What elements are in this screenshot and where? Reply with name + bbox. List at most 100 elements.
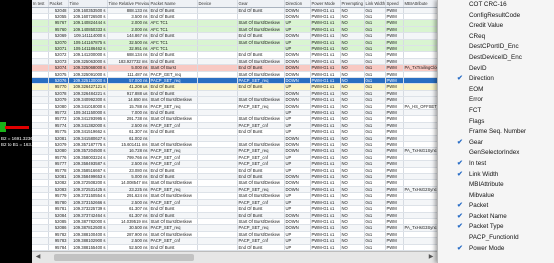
table-cell: Start Of Burst/Deskew xyxy=(237,179,285,187)
table-cell: Start Of Burst/Deskew xyxy=(237,96,285,104)
table-cell: 109.325068000 s xyxy=(68,64,108,72)
column-header[interactable]: Preempting xyxy=(340,0,365,8)
table-cell: 109.372508200 s xyxy=(68,179,108,187)
scroll-left-icon[interactable]: ◀ xyxy=(33,253,43,262)
table-cell: 109.388102900 s xyxy=(68,237,108,245)
menu-item-frame-seq-number[interactable]: Frame Seq. Number xyxy=(438,127,554,138)
table-cell: Start Of Burst/Deskew xyxy=(149,115,198,123)
column-header[interactable]: In test xyxy=(32,0,49,8)
column-header[interactable]: Power Mode xyxy=(310,0,341,8)
menu-item-in-test[interactable]: ✔ In test xyxy=(438,159,554,170)
menu-item-label: Packet Type xyxy=(469,223,504,231)
table-cell: 109.388155400 s xyxy=(68,244,108,251)
table-cell: 109.325063000 s xyxy=(68,58,108,66)
menu-item-label: Frame Seq. Number xyxy=(469,128,527,136)
table-cell: 109.358499653 s xyxy=(68,173,108,181)
scroll-right-icon[interactable]: ▶ xyxy=(426,253,436,262)
menu-item-destcportid-enc[interactable]: DestCPortID_Enc xyxy=(438,42,554,53)
table-cell: 109.341018000 s xyxy=(68,103,108,111)
table-cell: 109.341580627 s xyxy=(68,135,108,143)
table-cell: Start Of Burst/Deskew xyxy=(237,26,285,34)
column-header[interactable]: Gear xyxy=(237,0,285,8)
menu-item-power-mode[interactable]: ✔ Power Mode xyxy=(438,244,554,255)
waveform-panel: B2 = 1691.3236600001 s B2 to B1 = 163.94… xyxy=(0,0,54,263)
horizontal-scrollbar[interactable]: ◀ ▶ xyxy=(32,251,437,263)
menu-item-gear[interactable]: ✔ Gear xyxy=(438,138,554,149)
table-cell: 109.325091000 s xyxy=(68,71,108,79)
scrollbar-thumb[interactable] xyxy=(54,254,194,261)
menu-item-label: DestCPortID_Enc xyxy=(469,43,519,51)
menu-item-packet-name[interactable]: ✔ Packet Name xyxy=(438,212,554,223)
menu-item-creq[interactable]: CReq xyxy=(438,32,554,43)
menu-item-label: DestDeviceID_Enc xyxy=(469,53,522,61)
menu-item-flags[interactable]: Flags xyxy=(438,117,554,128)
menu-item-pacp-functionid[interactable]: PACP_FunctionId xyxy=(438,233,554,244)
menu-item-label: Flags xyxy=(469,117,485,125)
table-cell: Start Of Burst/Deskew xyxy=(237,58,285,66)
table-cell: 109.373152666 s xyxy=(68,199,108,207)
column-header[interactable]: MBIAttribute xyxy=(403,0,437,8)
menu-item-destdeviceid-enc[interactable]: DestDeviceID_Enc xyxy=(438,53,554,64)
table-cell: 109.357204500 s xyxy=(68,147,108,155)
table-cell: PA_HS_OFFSET_ENABLE xyxy=(403,103,437,111)
menu-item-error[interactable]: Error xyxy=(438,95,554,106)
checkmark-icon: ✔ xyxy=(457,159,463,167)
table-cell: 109.388100400 s xyxy=(68,231,108,239)
table-cell: 109.160726500 s xyxy=(68,13,108,21)
menu-item-label: MBIAttribute xyxy=(469,181,504,189)
column-header[interactable]: Packet Name xyxy=(149,0,198,8)
column-header[interactable]: Device xyxy=(197,0,238,8)
menu-item-genselectorindex[interactable]: GenSelectorIndex xyxy=(438,148,554,159)
table-cell: 109.341519662 s xyxy=(68,128,108,136)
packet-grid[interactable]: In test Packet Time Time Relative Previous P… xyxy=(32,0,437,251)
table-cell: Start Of Burst/Deskew xyxy=(237,39,285,46)
column-chooser-menu: COT CRC-16 ConfigResultCode Credit Value CR… xyxy=(437,0,554,263)
menu-item-packet-type[interactable]: ✔ Packet Type xyxy=(438,222,554,233)
menu-item-devid[interactable]: DevID xyxy=(438,64,554,75)
menu-item-packet[interactable]: ✔ Packet xyxy=(438,201,554,212)
table-cell: 109.141167875 s xyxy=(68,39,108,46)
table-cell: Start Of Burst/Deskew xyxy=(237,115,285,123)
menu-item-mibvalue[interactable]: Mibvalue xyxy=(438,191,554,202)
menu-item-link-width[interactable]: ✔ Link Width xyxy=(438,170,554,181)
marker-b2[interactable] xyxy=(5,126,29,129)
table-cell: 109.358003224 s xyxy=(68,154,108,162)
table-cell: 109.341150000 s xyxy=(68,109,108,117)
menu-item-eom[interactable]: EOM xyxy=(438,85,554,96)
menu-item-label: Packet Name xyxy=(469,212,507,220)
menu-item-configresultcode[interactable]: ConfigResultCode xyxy=(438,11,554,22)
table-cell: PA_TxHsG1SyncLength xyxy=(403,147,437,155)
table-cell: 109.341382000 s xyxy=(68,122,108,130)
menu-item-label: In test xyxy=(469,159,487,167)
table-cell: Start Of Burst/Deskew xyxy=(149,96,198,104)
table-cell: Start Of Burst/Deskew xyxy=(149,179,198,187)
column-header[interactable]: Speed xyxy=(385,0,404,8)
menu-item-credit-value[interactable]: Credit Value xyxy=(438,21,554,32)
checkmark-icon: ✔ xyxy=(457,223,463,231)
table-cell: PA_TxTrailingClocks xyxy=(403,64,437,72)
table-cell: 109.341293995 s xyxy=(68,115,108,123)
grid-header: In test Packet Time Time Relative Previous P… xyxy=(32,0,437,8)
menu-item-mbiattribute[interactable]: MBIAttribute xyxy=(438,180,554,191)
menu-item-label: FCT xyxy=(469,106,482,114)
table-cell: 109.373225739 s xyxy=(68,205,108,213)
menu-item-fct[interactable]: FCT xyxy=(438,106,554,117)
column-header[interactable]: Time Relative Previous xyxy=(107,0,150,8)
menu-item-direction[interactable]: ✔ Direction xyxy=(438,74,554,85)
table-cell: 109.141186462 s xyxy=(68,45,108,53)
table-cell: Start Of Burst/Deskew xyxy=(149,218,198,226)
table-cell: Start Of Burst/Deskew xyxy=(149,231,198,239)
table-cell: 109.325130000 s xyxy=(68,77,108,85)
column-header[interactable]: Packet xyxy=(48,0,69,8)
menu-item-cot-crc-16[interactable]: COT CRC-16 xyxy=(438,0,554,11)
table-cell: 109.326427121 s xyxy=(68,83,108,91)
column-header[interactable]: Time xyxy=(68,0,108,8)
menu-item-label: EOM xyxy=(469,85,484,93)
column-header[interactable]: Direction xyxy=(284,0,311,8)
menu-item-label: ConfigResultCode xyxy=(469,11,521,19)
column-header[interactable]: Link Width xyxy=(364,0,386,8)
menu-item-label: Error xyxy=(469,96,483,104)
table-cell: PA_TxHsG3SyncLength xyxy=(403,224,437,232)
table-cell: 109.373742464 s xyxy=(68,212,108,219)
table-cell: 109.357187775 s xyxy=(68,141,108,149)
